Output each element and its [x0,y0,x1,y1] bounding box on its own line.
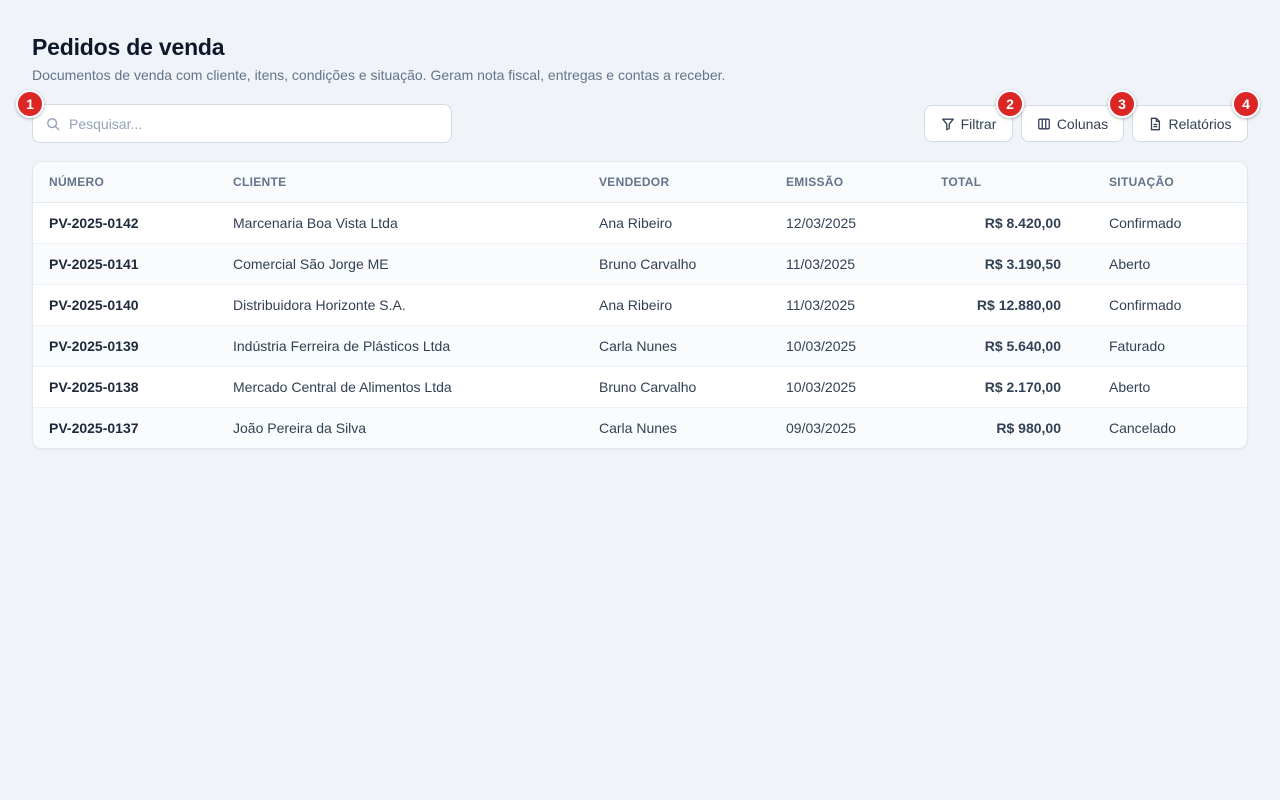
column-header-emissao[interactable]: EMISSÃO [770,162,925,202]
columns-icon [1037,117,1051,131]
page-title: Pedidos de venda [32,34,225,60]
search-input[interactable] [69,115,429,132]
cell-situacao: Cancelado [1109,419,1176,436]
cell-vendedor: Bruno Carvalho [599,255,697,272]
marker-2: 2 [996,90,1024,118]
marker-1: 1 [16,90,44,118]
column-header-cliente[interactable]: CLIENTE [217,162,583,202]
table-row[interactable]: PV-2025-0139 Indústria Ferreira de Plást… [33,325,1247,366]
cell-situacao: Aberto [1109,378,1151,395]
sales-orders-page: Pedidos de venda Documentos de venda com… [0,0,1280,800]
cell-situacao: Aberto [1109,255,1151,272]
toolbar: Filtrar Colunas Relatório [16,90,1260,144]
cell-numero: PV-2025-0140 [49,296,139,313]
cell-numero: PV-2025-0137 [49,419,139,436]
filter-icon [941,117,955,131]
cell-vendedor: Ana Ribeiro [599,214,673,231]
cell-total: R$ 8.420,00 [984,214,1061,231]
cell-cliente: Distribuidora Horizonte S.A. [233,296,406,313]
cell-total: R$ 5.640,00 [984,337,1061,354]
table-row[interactable]: PV-2025-0142 Marcenaria Boa Vista Ltda A… [33,202,1247,243]
cell-situacao: Confirmado [1109,214,1182,231]
cell-vendedor: Bruno Carvalho [599,378,697,395]
column-header-situacao[interactable]: SITUAÇÃO [1093,162,1247,202]
page-subtitle: Documentos de venda com cliente, itens, … [32,67,726,83]
cell-situacao: Confirmado [1109,296,1182,313]
reports-button[interactable]: Relatórios [1132,105,1248,142]
cell-total: R$ 2.170,00 [984,378,1061,395]
cell-total: R$ 12.880,00 [976,296,1061,313]
column-header-total[interactable]: TOTAL [925,162,1093,202]
filter-button-label: Filtrar [960,115,997,132]
cell-numero: PV-2025-0141 [49,255,139,272]
cell-cliente: Comercial São Jorge ME [233,255,389,272]
cell-emissao: 09/03/2025 [786,419,857,436]
columns-button[interactable]: Colunas [1021,105,1124,142]
document-icon [1148,117,1162,131]
table-row[interactable]: PV-2025-0138 Mercado Central de Alimento… [33,366,1247,407]
cell-numero: PV-2025-0138 [49,378,139,395]
table-header-row: NÚMERO CLIENTE VENDEDOR EMISSÃO TOTAL SI… [33,162,1247,202]
table-row[interactable]: PV-2025-0140 Distribuidora Horizonte S.A… [33,284,1247,325]
search-icon [45,116,61,132]
table-row[interactable]: PV-2025-0137 João Pereira da Silva Carla… [33,407,1247,448]
cell-vendedor: Ana Ribeiro [599,296,673,313]
cell-vendedor: Carla Nunes [599,337,677,354]
cell-emissao: 11/03/2025 [786,296,856,313]
column-header-vendedor[interactable]: VENDEDOR [583,162,770,202]
cell-cliente: Indústria Ferreira de Plásticos Ltda [233,337,451,354]
cell-total: R$ 3.190,50 [984,255,1061,272]
cell-numero: PV-2025-0139 [49,337,139,354]
cell-numero: PV-2025-0142 [49,214,139,231]
cell-emissao: 11/03/2025 [786,255,856,272]
marker-4: 4 [1232,90,1260,118]
cell-vendedor: Carla Nunes [599,419,677,436]
reports-button-label: Relatórios [1168,115,1232,132]
cell-cliente: João Pereira da Silva [233,419,367,436]
table-row[interactable]: PV-2025-0141 Comercial São Jorge ME Brun… [33,243,1247,284]
cell-cliente: Mercado Central de Alimentos Ltda [233,378,452,395]
cell-emissao: 12/03/2025 [786,214,857,231]
column-header-numero[interactable]: NÚMERO [33,162,217,202]
cell-cliente: Marcenaria Boa Vista Ltda [233,214,398,231]
search-box[interactable] [32,104,452,143]
marker-3: 3 [1108,90,1136,118]
cell-total: R$ 980,00 [996,419,1061,436]
cell-emissao: 10/03/2025 [786,378,857,395]
columns-button-label: Colunas [1056,115,1109,132]
cell-emissao: 10/03/2025 [786,337,857,354]
cell-situacao: Faturado [1109,337,1166,354]
orders-table: NÚMERO CLIENTE VENDEDOR EMISSÃO TOTAL SI… [32,161,1248,449]
